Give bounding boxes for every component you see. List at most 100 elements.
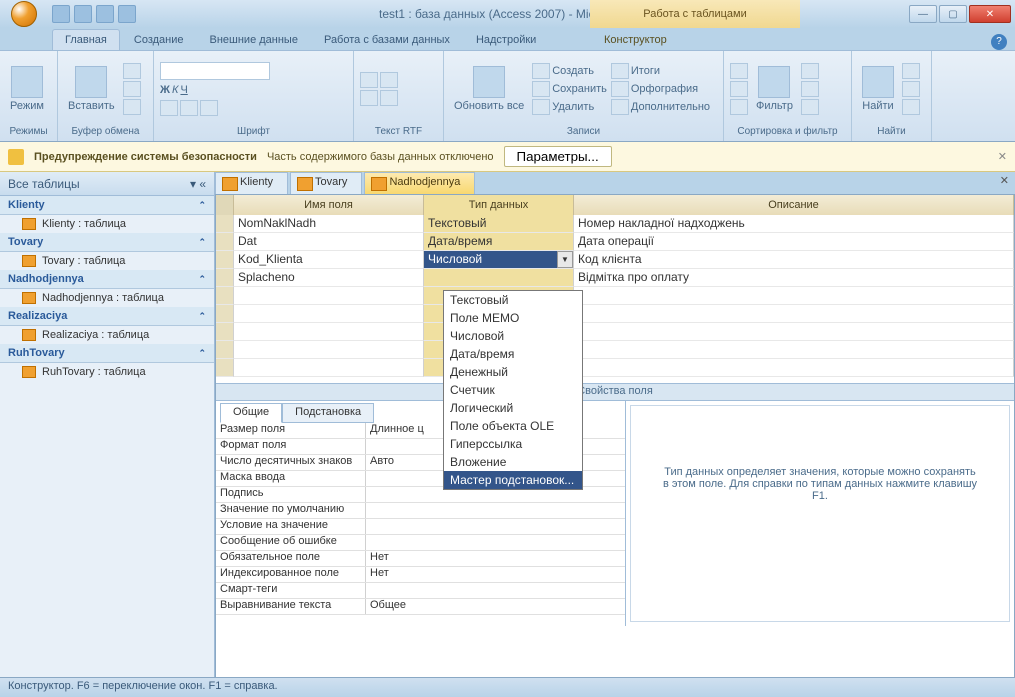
col-header-desc[interactable]: Описание [574,195,1014,215]
font-color-icon[interactable] [160,100,178,116]
nav-item[interactable]: Tovary : таблица [0,252,214,270]
doc-tab-tovary[interactable]: Tovary [290,172,362,194]
dropdown-item[interactable]: Логический [444,399,582,417]
chevron-icon: ⌃ [198,348,206,359]
filter-button[interactable]: Фильтр [752,64,797,114]
numbering-icon[interactable] [380,72,398,88]
table-row[interactable] [216,287,1014,305]
qat-save-icon[interactable] [52,5,70,23]
ribbon-tab-dbtools[interactable]: Работа с базами данных [312,30,462,50]
nav-group-header[interactable]: Klienty⌃ [0,196,214,215]
more-button[interactable]: Дополнительно [611,99,710,115]
qat-redo-icon[interactable] [96,5,114,23]
prop-tab-lookup[interactable]: Подстановка [282,403,374,423]
table-row[interactable]: Kod_KlientaЧисловой▼Код клієнта [216,251,1014,269]
bullets-icon[interactable] [360,72,378,88]
nav-group-header[interactable]: Tovary⌃ [0,233,214,252]
table-row[interactable]: NomNaklNadhТекстовыйНомер накладної надх… [216,215,1014,233]
table-row[interactable] [216,341,1014,359]
property-row[interactable]: Значение по умолчанию [216,503,625,519]
font-combo[interactable] [160,62,270,80]
office-button[interactable] [4,0,44,28]
ribbon-tab-addins[interactable]: Надстройки [464,30,548,50]
indent-inc-icon[interactable] [380,90,398,106]
qat-undo-icon[interactable] [74,5,92,23]
nav-item[interactable]: Klienty : таблица [0,215,214,233]
sort-desc-icon[interactable] [730,81,748,97]
dropdown-item[interactable]: Поле МЕМО [444,309,582,327]
clear-sort-icon[interactable] [730,99,748,115]
gridlines-icon[interactable] [200,100,218,116]
property-row[interactable]: Индексированное полеНет [216,567,625,583]
datatype-dropdown[interactable]: ТекстовыйПоле МЕМОЧисловойДата/времяДене… [443,290,583,490]
doc-tab-nadhodjennya[interactable]: Nadhodjennya [364,172,475,194]
maximize-button[interactable]: ▢ [939,5,967,23]
dropdown-item[interactable]: Числовой [444,327,582,345]
copy-icon[interactable] [123,81,141,97]
dropdown-item[interactable]: Вложение [444,453,582,471]
new-record-button[interactable]: Создать [532,63,607,79]
nav-group-header[interactable]: Realizaciya⌃ [0,307,214,326]
spelling-button[interactable]: Орфография [611,81,710,97]
ribbon-tab-external[interactable]: Внешние данные [198,30,310,50]
nav-item[interactable]: Nadhodjennya : таблица [0,289,214,307]
view-button[interactable]: Режим [6,64,48,114]
dropdown-item[interactable]: Дата/время [444,345,582,363]
save-record-button[interactable]: Сохранить [532,81,607,97]
doc-close-button[interactable]: ✕ [994,172,1015,194]
dropdown-item[interactable]: Гиперссылка [444,435,582,453]
nav-group-header[interactable]: RuhTovary⌃ [0,344,214,363]
property-row[interactable]: Обязательное полеНет [216,551,625,567]
advanced-filter-icon[interactable] [801,81,819,97]
security-close-button[interactable]: ✕ [998,150,1007,163]
help-button[interactable]: ? [991,34,1007,50]
find-button[interactable]: Найти [858,64,898,114]
col-header-name[interactable]: Имя поля [234,195,424,215]
delete-record-button[interactable]: Удалить [532,99,607,115]
paste-button[interactable]: Вставить [64,64,119,114]
nav-group-header[interactable]: Nadhodjennya⌃ [0,270,214,289]
ribbon-tab-create[interactable]: Создание [122,30,196,50]
dropdown-item[interactable]: Мастер подстановок... [444,471,582,489]
ribbon-tab-design[interactable]: Конструктор [592,30,679,50]
dropdown-item[interactable]: Счетчик [444,381,582,399]
property-row[interactable]: Выравнивание текстаОбщее [216,599,625,615]
nav-item[interactable]: Realizaciya : таблица [0,326,214,344]
nav-item[interactable]: RuhTovary : таблица [0,363,214,381]
doc-tab-klienty[interactable]: Klienty [215,172,288,194]
table-row[interactable]: DatДата/времяДата операції [216,233,1014,251]
prop-tab-general[interactable]: Общие [220,403,282,423]
ribbon-tab-home[interactable]: Главная [52,29,120,50]
qat-dropdown-icon[interactable] [118,5,136,23]
dropdown-item[interactable]: Денежный [444,363,582,381]
row-selector-header[interactable] [216,195,234,215]
property-row[interactable]: Смарт-теги [216,583,625,599]
dropdown-item[interactable]: Поле объекта OLE [444,417,582,435]
cut-icon[interactable] [123,63,141,79]
table-row[interactable] [216,305,1014,323]
minimize-button[interactable]: — [909,5,937,23]
col-header-type[interactable]: Тип данных [424,195,574,215]
totals-button[interactable]: Итоги [611,63,710,79]
table-row[interactable] [216,323,1014,341]
shield-icon [8,149,24,165]
fill-color-icon[interactable] [180,100,198,116]
dropdown-item[interactable]: Текстовый [444,291,582,309]
refresh-button[interactable]: Обновить все [450,64,528,114]
sort-asc-icon[interactable] [730,63,748,79]
table-row[interactable] [216,359,1014,377]
format-painter-icon[interactable] [123,99,141,115]
property-row[interactable]: Сообщение об ошибке [216,535,625,551]
nav-header[interactable]: Все таблицы ▾ « [0,172,214,196]
close-button[interactable]: ✕ [969,5,1011,23]
indent-dec-icon[interactable] [360,90,378,106]
property-row[interactable]: Условие на значение [216,519,625,535]
goto-icon[interactable] [902,81,920,97]
select-icon[interactable] [902,99,920,115]
dropdown-button[interactable]: ▼ [557,251,573,268]
replace-icon[interactable] [902,63,920,79]
table-row[interactable]: SplachenoВідмітка про оплату [216,269,1014,287]
selection-filter-icon[interactable] [801,63,819,79]
security-options-button[interactable]: Параметры... [504,146,612,167]
toggle-filter-icon[interactable] [801,99,819,115]
